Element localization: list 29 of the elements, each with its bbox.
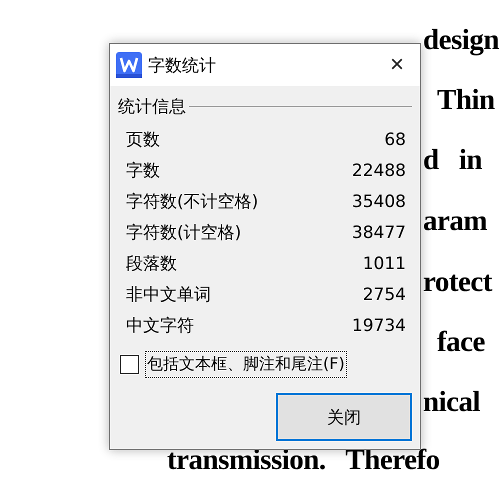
stat-label: 页数 — [126, 129, 160, 151]
stat-value: 38477 — [352, 222, 406, 242]
stat-value: 19734 — [352, 316, 406, 336]
stat-value: 68 — [384, 130, 406, 150]
stat-label: 字符数(计空格) — [126, 222, 242, 244]
document-text: Thin — [437, 83, 495, 118]
close-dialog-button[interactable]: 关闭 — [276, 393, 412, 441]
stat-label: 中文字符 — [126, 315, 194, 337]
checkbox[interactable] — [120, 355, 139, 374]
checkbox-label[interactable]: 包括文本框、脚注和尾注(F) — [145, 351, 347, 378]
stat-label: 字符数(不计空格) — [126, 191, 258, 213]
group-label: 统计信息 — [118, 96, 186, 118]
document-text: d in — [423, 143, 482, 178]
document-text: aram — [423, 204, 488, 239]
document-text: nical — [423, 385, 480, 420]
app-icon — [116, 52, 142, 78]
stat-value: 1011 — [362, 254, 406, 274]
stat-label: 段落数 — [126, 253, 177, 275]
document-text: face — [437, 325, 485, 360]
document-text: transmission. Therefo — [167, 443, 440, 478]
stat-label: 非中文单词 — [126, 284, 211, 306]
stat-value: 35408 — [352, 192, 406, 212]
document-text: rotect — [423, 265, 492, 300]
stat-value: 22488 — [352, 160, 406, 180]
document-text: design — [423, 23, 499, 58]
close-button[interactable]: × — [386, 51, 408, 79]
stat-label: 字数 — [126, 160, 160, 182]
window-title: 字数统计 — [148, 54, 216, 76]
stat-value: 2754 — [362, 284, 406, 304]
